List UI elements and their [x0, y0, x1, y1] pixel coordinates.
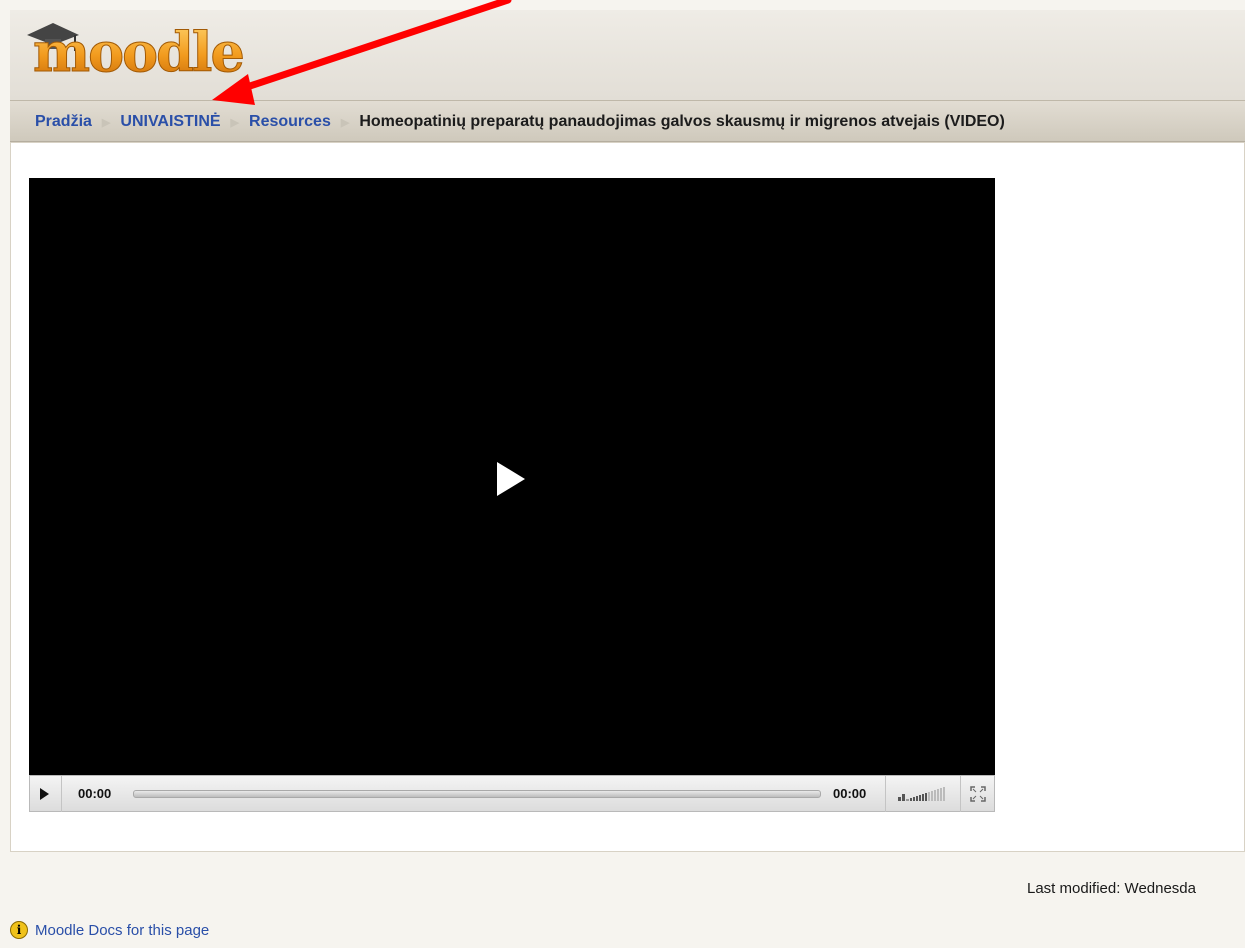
main-content: 00:00 00:00: [10, 142, 1245, 852]
duration-time: 00:00: [833, 786, 867, 801]
play-button[interactable]: [40, 788, 49, 800]
fullscreen-icon[interactable]: [970, 786, 986, 802]
breadcrumb-home-link[interactable]: Pradžia: [35, 113, 92, 131]
divider: [885, 776, 886, 812]
video-controls: 00:00 00:00: [29, 775, 995, 812]
breadcrumb-separator-icon: ▶: [101, 116, 111, 129]
breadcrumb-separator-icon: ▶: [340, 116, 350, 129]
navigation-bar: Pradžia ▶ UNIVAISTINĖ ▶ Resources ▶ Home…: [10, 100, 1245, 142]
moodle-logo-graphic: moodle: [27, 20, 245, 75]
breadcrumb: Pradžia ▶ UNIVAISTINĖ ▶ Resources ▶ Home…: [35, 101, 1005, 143]
breadcrumb-resources-link[interactable]: Resources: [249, 113, 331, 131]
breadcrumb-separator-icon: ▶: [230, 116, 240, 129]
info-icon: i: [10, 921, 28, 939]
seek-bar[interactable]: [133, 790, 821, 798]
moodle-logo[interactable]: moodle: [25, 13, 325, 75]
divider: [61, 776, 62, 812]
play-overlay-icon[interactable]: [497, 462, 525, 496]
video-screen[interactable]: [29, 178, 995, 775]
breadcrumb-course-link[interactable]: UNIVAISTINĖ: [120, 113, 220, 131]
breadcrumb-current-page: Homeopatinių preparatų panaudojimas galv…: [359, 113, 1005, 130]
volume-control[interactable]: [898, 787, 954, 801]
logo-text: moodle: [33, 20, 243, 75]
last-modified-text: Last modified: Wednesda: [1027, 880, 1196, 897]
moodle-docs: i Moodle Docs for this page: [10, 921, 209, 939]
page-header: moodle: [10, 10, 1245, 100]
moodle-docs-link[interactable]: Moodle Docs for this page: [35, 922, 209, 939]
video-player[interactable]: 00:00 00:00: [29, 178, 995, 812]
current-time: 00:00: [78, 786, 112, 801]
divider: [960, 776, 961, 812]
